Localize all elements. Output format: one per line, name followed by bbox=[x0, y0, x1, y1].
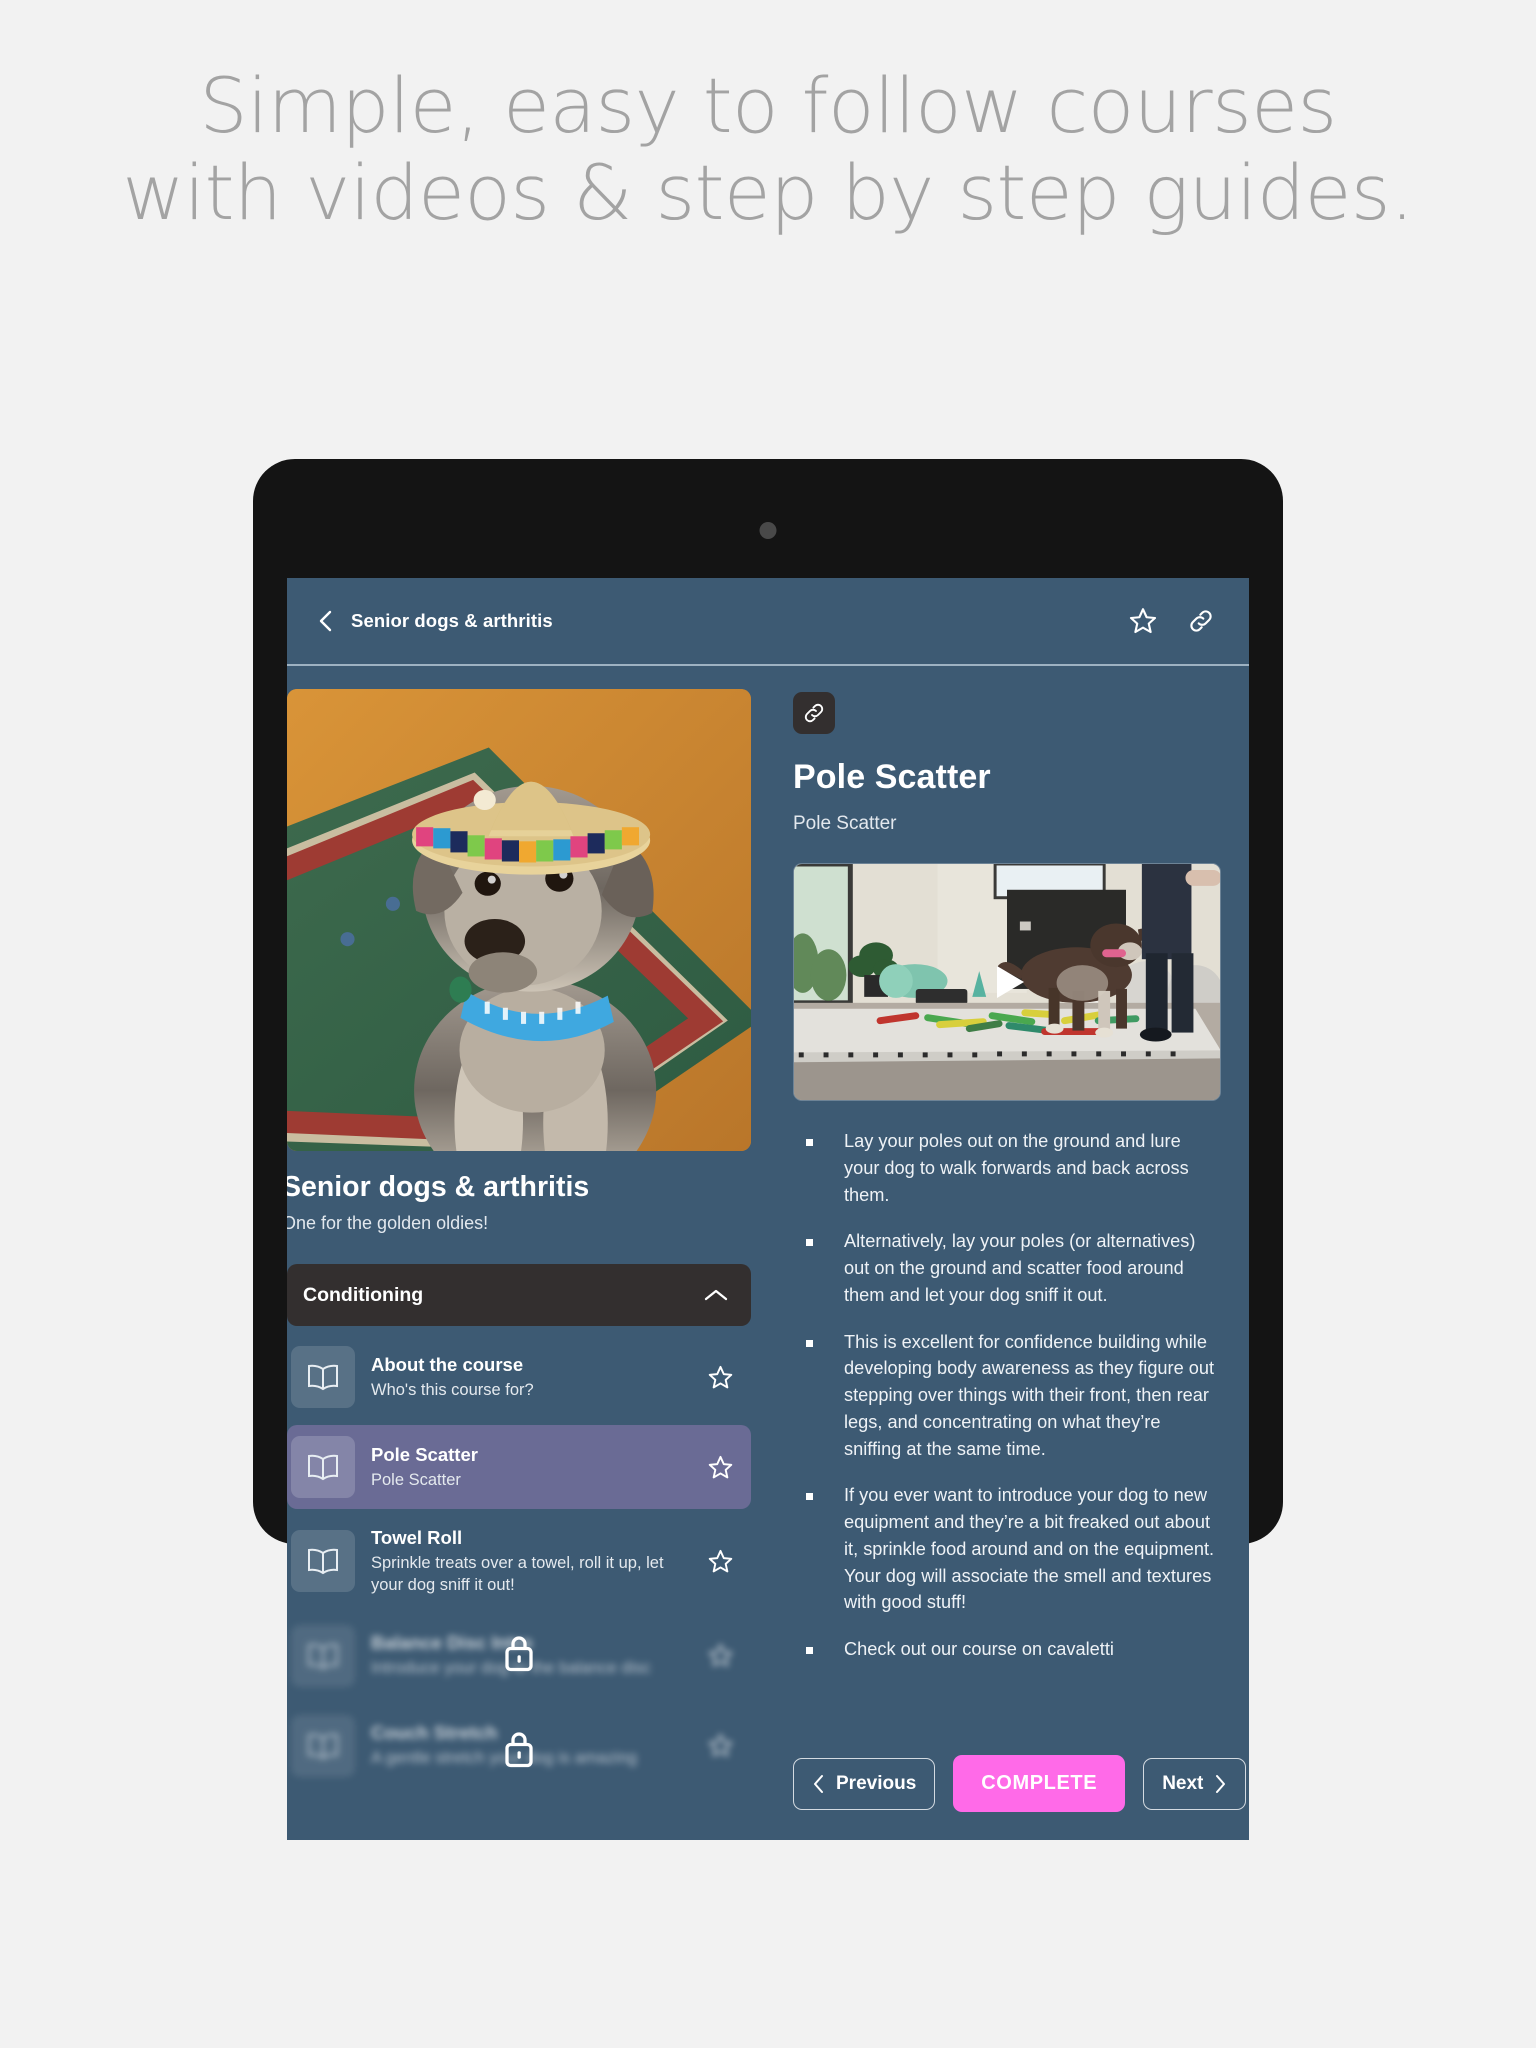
chevron-up-icon bbox=[704, 1289, 728, 1301]
lesson-lock bbox=[501, 1632, 537, 1674]
lesson-text: Towel Roll Sprinkle treats over a towel,… bbox=[371, 1526, 702, 1597]
front-camera bbox=[759, 522, 777, 539]
dog-sombrero-illustration bbox=[287, 689, 751, 1151]
bullet-text: Alternatively, lay your poles (or altern… bbox=[844, 1231, 1196, 1305]
star-outline-icon bbox=[708, 1644, 732, 1667]
section-header-conditioning[interactable]: Conditioning bbox=[287, 1264, 751, 1326]
chevron-left-icon bbox=[319, 610, 332, 632]
list-item-selected[interactable]: Pole Scatter Pole Scatter bbox=[287, 1425, 751, 1509]
book-icon bbox=[308, 1733, 338, 1759]
book-icon bbox=[308, 1549, 338, 1575]
play-icon[interactable] bbox=[978, 953, 1036, 1011]
book-icon bbox=[308, 1454, 338, 1481]
next-button[interactable]: Next bbox=[1143, 1757, 1247, 1810]
course-hero-image bbox=[287, 689, 751, 1151]
lesson-thumb bbox=[291, 1346, 355, 1408]
lesson-subtitle: Pole Scatter bbox=[793, 813, 897, 834]
app-bar: Senior dogs & arthritis bbox=[287, 578, 1249, 666]
lesson-instructions: Lay your poles out on the ground and lur… bbox=[793, 1128, 1221, 1751]
lesson-favourite-button[interactable] bbox=[702, 1364, 738, 1391]
course-title: Senior dogs & arthritis bbox=[287, 1171, 590, 1203]
bullet-text: If you ever want to introduce your dog t… bbox=[844, 1485, 1215, 1613]
star-outline-icon bbox=[708, 1455, 732, 1478]
lesson-list: About the course Who's this course for? bbox=[287, 1335, 751, 1788]
lesson-text: About the course Who's this course for? bbox=[371, 1353, 702, 1402]
bullet-text: This is excellent for confidence buildin… bbox=[844, 1331, 1215, 1459]
lesson-lock bbox=[501, 1728, 537, 1770]
lesson-thumb bbox=[291, 1436, 355, 1498]
app-body: Senior dogs & arthritis One for the gold… bbox=[287, 666, 1249, 1838]
bullet-marker bbox=[806, 1339, 813, 1347]
lesson-video-player[interactable] bbox=[793, 863, 1221, 1101]
list-item: Lay your poles out on the ground and lur… bbox=[793, 1128, 1221, 1208]
app-bar-title: Senior dogs & arthritis bbox=[351, 610, 553, 631]
section-header-label: Conditioning bbox=[303, 1283, 424, 1306]
list-item: Alternatively, lay your poles (or altern… bbox=[793, 1228, 1221, 1308]
link-icon bbox=[804, 703, 824, 723]
star-outline-icon bbox=[708, 1734, 732, 1757]
bullet-marker bbox=[806, 1239, 813, 1247]
lesson-favourite-button bbox=[702, 1642, 738, 1669]
lesson-thumb bbox=[291, 1714, 355, 1777]
lesson-text: Pole Scatter Pole Scatter bbox=[371, 1443, 702, 1492]
lesson-title: About the course bbox=[371, 1353, 524, 1375]
bullet-text: Check out our course on cavaletti bbox=[844, 1639, 1114, 1659]
lesson-share-link-button[interactable] bbox=[793, 692, 835, 734]
lesson-title: Pole Scatter bbox=[371, 1443, 478, 1465]
page-headline: Simple, easy to follow courses with vide… bbox=[122, 61, 1414, 238]
complete-button[interactable]: COMPLETE bbox=[953, 1755, 1126, 1812]
list-item[interactable]: About the course Who's this course for? bbox=[287, 1335, 751, 1419]
lesson-thumb bbox=[291, 1530, 355, 1593]
star-outline-icon bbox=[1129, 608, 1157, 634]
page-title: Pole Scatter bbox=[793, 758, 991, 796]
list-item: If you ever want to introduce your dog t… bbox=[793, 1482, 1221, 1616]
bullet-marker bbox=[806, 1139, 813, 1146]
list-item: This is excellent for confidence buildin… bbox=[793, 1329, 1221, 1463]
chevron-left-icon bbox=[814, 1774, 823, 1793]
course-subtitle: One for the golden oldies! bbox=[287, 1213, 489, 1233]
course-sidebar: Senior dogs & arthritis One for the gold… bbox=[287, 666, 767, 1838]
lesson-navigation: Previous COMPLETE Next bbox=[793, 1751, 1247, 1838]
lesson-desc: Who's this course for? bbox=[371, 1380, 534, 1399]
bullet-text: Lay your poles out on the ground and lur… bbox=[844, 1131, 1189, 1205]
list-item[interactable]: Towel Roll Sprinkle treats over a towel,… bbox=[287, 1515, 751, 1608]
lock-icon bbox=[505, 1635, 533, 1671]
link-icon bbox=[1190, 610, 1212, 632]
lesson-favourite-button[interactable] bbox=[702, 1454, 738, 1481]
marketing-screenshot: Simple, easy to follow courses with vide… bbox=[0, 0, 1536, 2048]
bullet-marker bbox=[806, 1647, 813, 1654]
lesson-favourite-button[interactable] bbox=[702, 1548, 738, 1575]
lesson-title: Towel Roll bbox=[371, 1527, 463, 1548]
bullet-marker bbox=[806, 1493, 813, 1501]
list-item: Check out our course on cavaletti bbox=[793, 1636, 1221, 1663]
lesson-desc: Pole Scatter bbox=[371, 1470, 461, 1489]
next-label: Next bbox=[1162, 1772, 1204, 1794]
book-icon bbox=[308, 1643, 338, 1669]
lesson-detail-pane: Pole Scatter Pole Scatter Lay your poles… bbox=[767, 666, 1249, 1838]
previous-label: Previous bbox=[836, 1772, 917, 1794]
star-outline-icon bbox=[708, 1365, 732, 1388]
back-button[interactable] bbox=[309, 604, 343, 638]
lesson-favourite-button bbox=[702, 1732, 738, 1759]
lesson-thumb bbox=[291, 1624, 355, 1687]
favourite-button[interactable] bbox=[1121, 599, 1165, 643]
chevron-right-icon bbox=[1216, 1774, 1226, 1793]
previous-button[interactable]: Previous bbox=[793, 1757, 936, 1810]
lesson-desc: Sprinkle treats over a towel, roll it up… bbox=[371, 1554, 664, 1594]
app-screen: Senior dogs & arthritis Senior dogs & ar… bbox=[287, 578, 1249, 1840]
lock-icon bbox=[505, 1731, 533, 1767]
share-link-button[interactable] bbox=[1179, 599, 1223, 643]
tablet-device-frame: Senior dogs & arthritis Senior dogs & ar… bbox=[253, 459, 1283, 1840]
star-outline-icon bbox=[708, 1549, 732, 1573]
book-icon bbox=[308, 1364, 338, 1391]
